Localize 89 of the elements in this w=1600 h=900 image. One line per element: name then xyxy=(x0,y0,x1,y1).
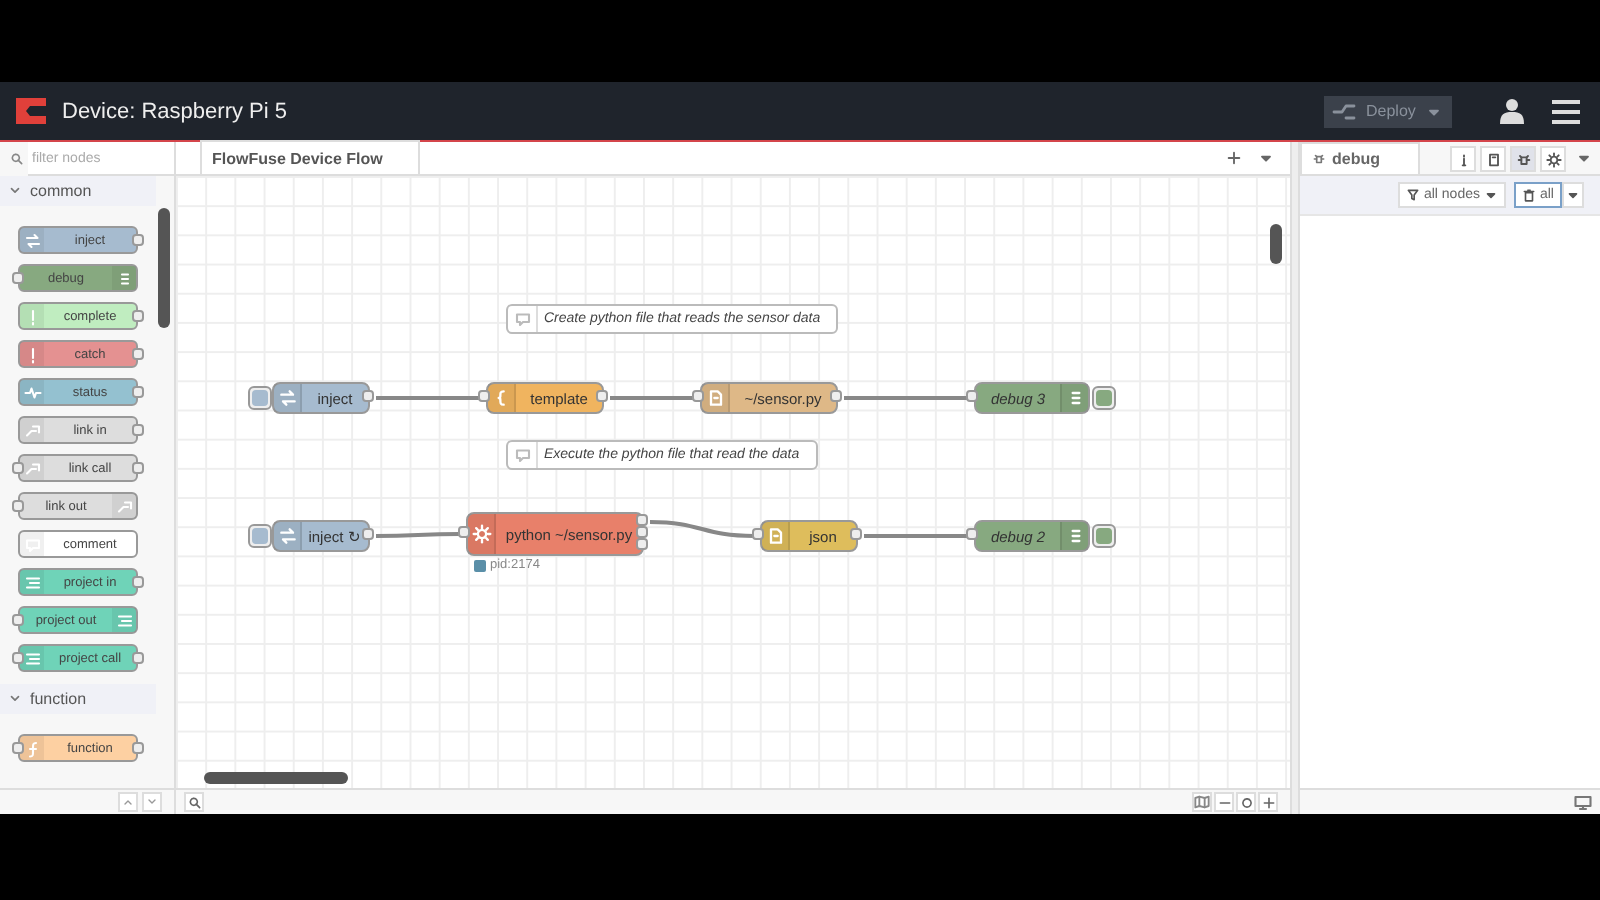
port-handle[interactable] xyxy=(132,386,144,398)
bug-icon xyxy=(1515,151,1531,167)
inject-button[interactable] xyxy=(248,524,272,548)
expand-button[interactable] xyxy=(142,792,162,812)
port-handle[interactable] xyxy=(12,500,24,512)
port-handle[interactable] xyxy=(132,652,144,664)
file-icon xyxy=(765,526,785,546)
port-handle[interactable] xyxy=(132,462,144,474)
port-handle[interactable] xyxy=(830,390,842,402)
port-handle[interactable] xyxy=(478,390,490,402)
category-header[interactable]: function xyxy=(0,684,156,714)
pulse-icon xyxy=(23,383,41,401)
category-header[interactable]: common xyxy=(0,176,156,206)
user-icon[interactable] xyxy=(1500,98,1524,124)
port-handle[interactable] xyxy=(132,742,144,754)
map-icon xyxy=(1194,794,1210,810)
collapse-button[interactable] xyxy=(118,792,138,812)
filter-icon xyxy=(1405,188,1420,202)
panel-button[interactable] xyxy=(1510,146,1536,172)
link-icon xyxy=(23,421,41,439)
bug-icon xyxy=(1312,152,1326,166)
lines-icon xyxy=(115,611,133,629)
sidebar-tab[interactable]: debug xyxy=(1300,142,1420,174)
zoom-in-button[interactable] xyxy=(1258,792,1278,812)
speech-bubble-icon xyxy=(513,310,531,328)
arrows-icon xyxy=(23,231,41,249)
port-handle[interactable] xyxy=(132,424,144,436)
trash-icon xyxy=(1521,188,1536,202)
search-icon xyxy=(10,152,24,166)
clear-options-button[interactable] xyxy=(1562,182,1584,208)
port-handle[interactable] xyxy=(12,462,24,474)
panel-button[interactable] xyxy=(1480,146,1506,172)
port-handle[interactable] xyxy=(12,742,24,754)
inject-button[interactable] xyxy=(248,386,272,410)
speech-bubble-icon xyxy=(513,446,531,464)
port-handle[interactable] xyxy=(132,310,144,322)
port-handle[interactable] xyxy=(966,528,978,540)
zoom-out-button[interactable] xyxy=(1214,792,1234,812)
port-handle[interactable] xyxy=(458,526,470,538)
port-handle[interactable] xyxy=(12,652,24,664)
book-icon xyxy=(1485,151,1501,167)
search-button[interactable] xyxy=(184,792,204,812)
add-icon[interactable] xyxy=(1226,150,1242,166)
port-handle[interactable] xyxy=(596,390,608,402)
monitor-icon[interactable] xyxy=(1574,793,1592,811)
speech-bubble-icon xyxy=(23,535,41,553)
menu-icon[interactable] xyxy=(1552,99,1580,123)
function-icon xyxy=(23,739,41,757)
wire[interactable] xyxy=(376,532,460,538)
caret-icon xyxy=(1483,188,1498,202)
link-icon xyxy=(23,459,41,477)
port-handle[interactable] xyxy=(850,528,862,540)
port-handle[interactable] xyxy=(12,272,24,284)
bars-icon xyxy=(115,269,133,287)
port-handle[interactable] xyxy=(692,390,704,402)
caret-icon xyxy=(1566,188,1580,202)
toggle-button[interactable] xyxy=(1092,386,1116,410)
file-icon xyxy=(705,388,725,408)
category-name: function xyxy=(30,690,87,708)
port-handle[interactable] xyxy=(132,576,144,588)
port-handle[interactable] xyxy=(132,234,144,246)
deploy-icon xyxy=(1332,99,1356,123)
port-handle[interactable] xyxy=(362,390,374,402)
arrows-icon xyxy=(277,526,297,546)
caret-icon[interactable] xyxy=(1576,150,1592,166)
arrows-icon xyxy=(277,388,297,408)
lines-icon xyxy=(23,649,41,667)
gear-icon xyxy=(471,524,491,544)
port-handle[interactable] xyxy=(132,348,144,360)
settings-icon xyxy=(1545,151,1561,167)
lines-icon xyxy=(23,573,41,591)
port-handle[interactable] xyxy=(966,390,978,402)
port-handle[interactable] xyxy=(752,528,764,540)
port-handle[interactable] xyxy=(12,614,24,626)
logo-icon xyxy=(16,98,46,124)
navigator-button[interactable] xyxy=(1192,792,1212,812)
link-icon xyxy=(115,497,133,515)
plus-icon xyxy=(1261,795,1275,809)
toggle-button[interactable] xyxy=(1092,524,1116,548)
caret-icon[interactable] xyxy=(1258,150,1274,166)
port-handle[interactable] xyxy=(362,528,374,540)
flow-tab[interactable]: FlowFuse Device Flow xyxy=(200,140,421,174)
panel-button[interactable] xyxy=(1540,146,1566,172)
search-icon xyxy=(187,795,201,809)
panel-button[interactable] xyxy=(1450,146,1476,172)
device-title: Device: Raspberry Pi 5 xyxy=(62,99,287,123)
category-name: common xyxy=(30,182,92,200)
zoom-reset-button[interactable] xyxy=(1236,792,1256,812)
wire[interactable] xyxy=(649,520,755,538)
